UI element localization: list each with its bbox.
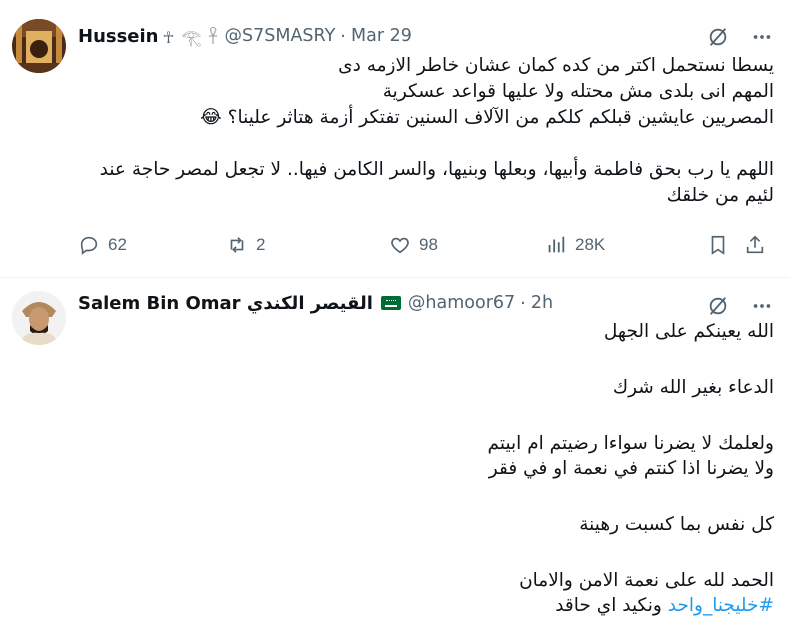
- tweet-text: الله يعينكم على الجهل الدعاء بغير الله ش…: [78, 319, 774, 618]
- views-count: 28K: [575, 235, 606, 254]
- tweet-line-last: #خليجنا_واحد ونكيد اي حاقد: [78, 593, 774, 618]
- tweet-header: Salem Bin Omar القيصر الكندي @hamoor67 ·…: [78, 291, 553, 315]
- share-button[interactable]: [744, 234, 766, 256]
- tweet-line: لئيم من خلقك: [666, 185, 774, 206]
- separator: ·: [520, 292, 526, 314]
- reply-button[interactable]: 62: [78, 234, 226, 256]
- hashtag-link[interactable]: #خليجنا_واحد: [668, 595, 774, 616]
- tweet-line: المهم انى بلدى مش محتله ولا عليها قواعد …: [382, 81, 774, 102]
- tweet-line: الدعاء بغير الله شرك: [612, 377, 774, 398]
- tweet-line: ولا يضرنا اذا كنتم في نعمة او في فقر: [488, 458, 774, 479]
- repost-button[interactable]: 2: [226, 234, 389, 256]
- reply-count: 62: [108, 235, 127, 254]
- tweet-header: Hussein ☥ 𓂀 𓋹 @S7SMASRY · Mar 29: [78, 24, 412, 48]
- tweet-top-actions: [706, 294, 774, 318]
- more-icon[interactable]: [750, 25, 774, 49]
- tweet-text: يسطا نستحمل اكتر من كده كمان عشان خاطر ا…: [78, 53, 774, 209]
- name-emoji: ☥ 𓂀 𓋹: [162, 28, 219, 47]
- display-name[interactable]: Salem Bin Omar القيصر الكندي: [78, 293, 373, 314]
- bookmark-icon: [711, 235, 725, 255]
- tweet-line: كل نفس بما كسبت رهينة: [579, 514, 774, 535]
- repost-icon: [230, 237, 244, 253]
- tweet-line: الحمد لله على نعمة الامن والامان: [519, 570, 774, 591]
- avatar[interactable]: [12, 19, 66, 73]
- tweet-line: اللهم يا رب بحق فاطمة وأبيها، وبعلها وبن…: [99, 159, 774, 180]
- tweet-line: المصريين عايشين قبلكم كلكم من الآلاف الس…: [200, 107, 774, 128]
- like-button[interactable]: 98: [389, 234, 545, 256]
- user-handle[interactable]: @hamoor67: [408, 293, 515, 313]
- timestamp[interactable]: 2h: [531, 293, 553, 313]
- display-name[interactable]: Hussein: [78, 26, 159, 47]
- like-icon: [391, 237, 409, 254]
- timestamp[interactable]: Mar 29: [351, 26, 412, 46]
- like-count: 98: [419, 235, 438, 254]
- tweet-line-tail: ونكيد اي حاقد: [555, 595, 662, 616]
- tweet-top-actions: [706, 25, 774, 49]
- tweet-line: يسطا نستحمل اكتر من كده كمان عشان خاطر ا…: [338, 55, 774, 76]
- tweet-line: ولعلمك لا يضرنا سواءا رضيتم ام ابيتم: [487, 433, 774, 454]
- views-button[interactable]: 28K: [545, 234, 707, 256]
- views-icon: [548, 236, 565, 253]
- bookmark-button[interactable]: [707, 234, 744, 256]
- tweet-actions: 62 2 98 28K: [78, 233, 774, 257]
- share-icon: [746, 235, 764, 254]
- separator: ·: [340, 25, 346, 47]
- tweet-line: الله يعينكم على الجهل: [603, 321, 774, 342]
- tweet-salem[interactable]: Salem Bin Omar القيصر الكندي @hamoor67 ·…: [0, 279, 790, 625]
- saudi-flag-icon: [380, 296, 401, 310]
- grok-icon[interactable]: [706, 294, 730, 318]
- more-icon[interactable]: [750, 294, 774, 318]
- user-handle[interactable]: @S7SMASRY: [225, 26, 336, 46]
- reply-icon: [80, 236, 98, 255]
- repost-count: 2: [256, 235, 266, 254]
- tweet-hussein[interactable]: Hussein ☥ 𓂀 𓋹 @S7SMASRY · Mar 29 يسطا نس…: [0, 0, 790, 278]
- grok-icon[interactable]: [706, 25, 730, 49]
- avatar[interactable]: [12, 291, 66, 345]
